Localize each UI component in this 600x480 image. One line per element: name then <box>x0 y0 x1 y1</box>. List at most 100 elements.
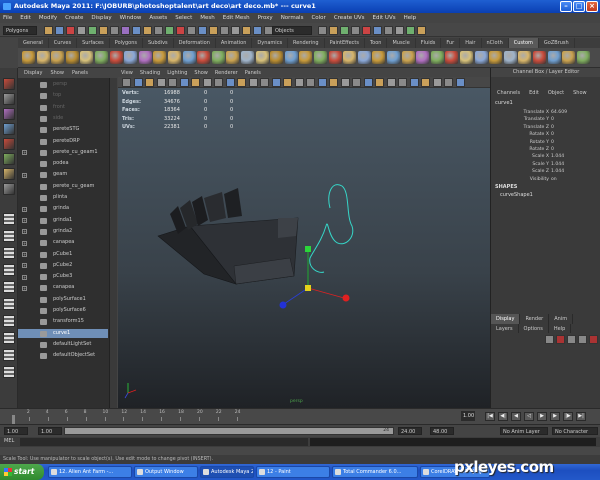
go-to-end-icon[interactable]: ▶| <box>576 412 586 421</box>
menu-edit-mesh[interactable]: Edit Mesh <box>223 15 250 21</box>
outliner-item[interactable]: defaultObjectSet <box>18 351 108 361</box>
go-to-start-icon[interactable]: |◀ <box>485 412 495 421</box>
menu-help[interactable]: Help <box>404 15 417 21</box>
shelf-tool-icon[interactable] <box>533 51 546 64</box>
shelf-tab-fur[interactable]: Fur <box>441 38 461 48</box>
render-tool-icon[interactable] <box>351 26 360 35</box>
outliner-item[interactable]: + pCube2 <box>18 261 108 271</box>
shelf-tool-icon[interactable] <box>474 51 488 64</box>
outliner-menu-show[interactable]: Show <box>50 70 64 76</box>
shelf-tab-custom[interactable]: Custom <box>508 38 539 48</box>
channel-row[interactable]: Visibility on <box>491 176 595 183</box>
time-slider[interactable]: 1.00 |◀ ◀| ◀ ◁ ▶ ▶ |▶ ▶| 2 4 6 8 10 12 14 16 18 20 22 24 <box>0 408 600 424</box>
render-tool-icon[interactable] <box>384 26 393 35</box>
taskbar-window-button[interactable]: 12 - Paint <box>256 466 330 478</box>
room-mesh[interactable] <box>157 188 299 285</box>
status-tool-icon[interactable] <box>143 26 152 35</box>
render-tool-icon[interactable] <box>395 26 404 35</box>
step-forward-icon[interactable]: ▶ <box>550 412 560 421</box>
channel-row[interactable]: Scale X 1.044 <box>491 153 595 160</box>
render-tool-icon[interactable] <box>417 26 426 35</box>
menu-color[interactable]: Color <box>311 15 325 21</box>
outliner-item[interactable]: front <box>18 103 108 113</box>
shelf-tool-icon[interactable] <box>576 51 590 64</box>
last-tool-icon[interactable] <box>3 183 15 195</box>
channel-value[interactable]: 0 <box>551 124 554 131</box>
channel-row[interactable]: Translate Z0 <box>491 124 595 131</box>
shelf-tab-muscle[interactable]: Muscle <box>387 38 416 48</box>
maximize-button[interactable]: □ <box>573 1 585 12</box>
expand-icon[interactable]: + <box>22 274 27 280</box>
shelf-tab-gozbrush[interactable]: GoZBrush <box>539 38 575 48</box>
channel-menu-channels[interactable]: Channels <box>497 90 520 96</box>
layout-preset-icon[interactable] <box>3 298 15 310</box>
shelf-tool-icon[interactable] <box>489 51 503 64</box>
shelf-tab-ncloth[interactable]: nCloth <box>482 38 509 48</box>
menu-window[interactable]: Window <box>120 15 142 21</box>
render-tool-icon[interactable] <box>340 26 349 35</box>
channel-value[interactable]: 0 <box>551 139 554 146</box>
expand-icon[interactable]: + <box>22 263 27 269</box>
start-button[interactable]: start <box>0 464 44 480</box>
range-inner-start-field[interactable]: 1.00 <box>38 427 62 435</box>
shelf-tool-icon[interactable] <box>401 51 415 64</box>
status-tool-icon[interactable] <box>55 26 64 35</box>
status-tool-icon[interactable] <box>99 26 108 35</box>
shelf-tab-toon[interactable]: Toon <box>365 38 388 48</box>
shelf-tool-icon[interactable] <box>562 51 576 64</box>
channel-row[interactable]: Scale Z 1.044 <box>491 168 595 175</box>
render-tool-icon[interactable] <box>373 26 382 35</box>
status-tool-icon[interactable] <box>66 26 75 35</box>
select-tool-icon[interactable] <box>3 78 15 90</box>
menu-mesh[interactable]: Mesh <box>200 15 214 21</box>
shelf-tool-icon[interactable] <box>255 51 269 64</box>
close-button[interactable]: × <box>586 1 598 12</box>
menu-edit-uvs[interactable]: Edit UVs <box>373 15 396 21</box>
outliner-item[interactable]: + grinda <box>18 204 108 214</box>
render-tool-icon[interactable] <box>362 26 371 35</box>
channel-menu-edit[interactable]: Edit <box>529 90 539 96</box>
layout-preset-icon[interactable] <box>3 332 15 344</box>
layer-tab-display[interactable]: Display <box>491 314 521 324</box>
shelf-tool-icon[interactable] <box>80 51 94 64</box>
delete-layer-icon[interactable] <box>589 335 598 344</box>
outliner-item[interactable]: curve1 <box>18 328 108 339</box>
scale-tool-icon[interactable] <box>3 153 15 165</box>
layout-preset-icon[interactable] <box>3 349 15 361</box>
status-tool-icon[interactable] <box>176 26 185 35</box>
taskbar-window-button[interactable]: Output Window <box>134 466 198 478</box>
shelf-tool-icon[interactable] <box>241 51 254 64</box>
range-start-field[interactable]: 1.00 <box>4 427 28 435</box>
outliner-item[interactable]: plinta <box>18 193 108 203</box>
taskbar-window-button[interactable]: Autodesk Maya 2011... <box>200 466 254 478</box>
channel-row[interactable]: Translate X 64.609 <box>491 109 595 116</box>
channel-box-object-name[interactable]: curve1 <box>495 100 513 106</box>
status-tool-icon[interactable] <box>154 26 163 35</box>
mode-selector[interactable]: Polygons <box>3 26 37 35</box>
status-tool-icon[interactable] <box>110 26 119 35</box>
shelf-tool-icon[interactable] <box>109 51 123 64</box>
menu-create[interactable]: Create <box>65 15 83 21</box>
new-layer-icon[interactable] <box>545 335 554 344</box>
range-slider-bar[interactable]: 24 <box>64 427 394 435</box>
outliner-item[interactable]: persp <box>18 80 108 90</box>
layout-preset-icon[interactable] <box>3 366 15 378</box>
shelf-tool-icon[interactable] <box>387 51 400 64</box>
shelf-tool-icon[interactable] <box>518 51 532 64</box>
move-layer-down-icon[interactable] <box>578 335 587 344</box>
layer-tab-render[interactable]: Render <box>520 314 550 324</box>
taskbar-window-button[interactable]: Total Commander 6.0... <box>332 466 418 478</box>
shelf-tool-icon[interactable] <box>314 51 327 64</box>
outliner-item[interactable]: pereteDRP <box>18 137 108 147</box>
outliner-menu-display[interactable]: Display <box>24 70 42 76</box>
step-back-key-icon[interactable]: ◀| <box>498 412 508 421</box>
shelf-tool-icon[interactable] <box>547 51 561 64</box>
shelf-tool-icon[interactable] <box>357 51 371 64</box>
shelf-tool-icon[interactable] <box>51 51 65 64</box>
shelf-tool-icon[interactable] <box>343 51 357 64</box>
expand-icon[interactable]: + <box>22 150 27 156</box>
outliner-item[interactable]: top <box>18 91 108 101</box>
shelf-tool-icon[interactable] <box>270 51 284 64</box>
render-tool-icon[interactable] <box>406 26 415 35</box>
channel-menu-show[interactable]: Show <box>573 90 587 96</box>
